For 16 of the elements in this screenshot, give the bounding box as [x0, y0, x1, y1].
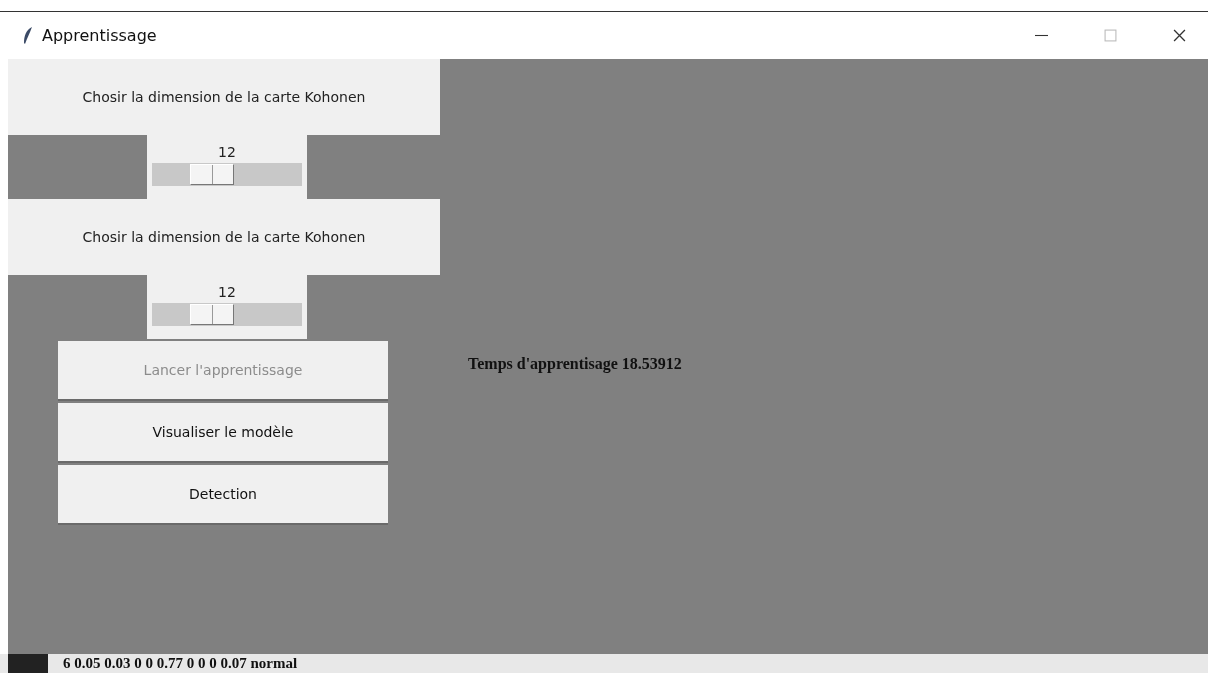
dark-window-edge — [8, 654, 48, 673]
window-title: Apprentissage — [42, 26, 157, 45]
slider-reading: 12 — [218, 283, 236, 301]
feather-icon — [22, 25, 34, 46]
background-text: 6 0.05 0.03 0 0 0.77 0 0 0 0.07 normal — [63, 655, 298, 672]
slider-track[interactable] — [152, 303, 302, 326]
slider-thumb[interactable] — [190, 304, 235, 325]
slider-reading: 12 — [218, 143, 236, 161]
close-icon[interactable] — [1173, 29, 1186, 42]
training-time-text: Temps d'apprentisage 18.53912 — [468, 355, 682, 372]
slider-track[interactable] — [152, 163, 302, 186]
slider-label: Chosir la dimension de la carte Kohonen — [82, 229, 366, 245]
slider-thumb[interactable] — [190, 164, 235, 185]
action-button[interactable]: Detection — [58, 465, 388, 525]
action-button[interactable]: Visualiser le modèle — [58, 403, 388, 463]
slider-label: Chosir la dimension de la carte Kohonen — [82, 89, 366, 105]
